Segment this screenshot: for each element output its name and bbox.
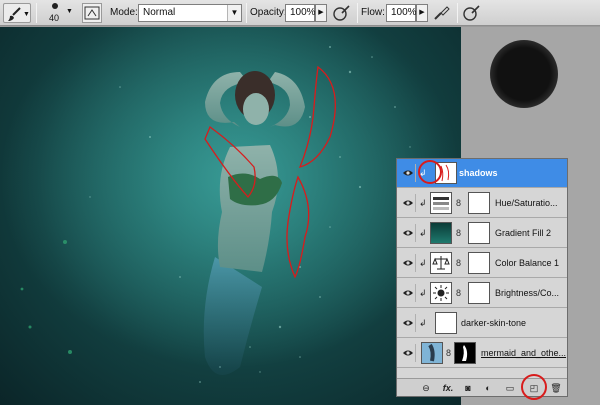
annotation-circle: [521, 374, 547, 400]
layer-name[interactable]: Color Balance 1: [495, 258, 559, 268]
eye-icon: [403, 290, 413, 296]
chevron-down-icon: ▼: [23, 11, 30, 18]
layer-row[interactable]: ↲ 8 Gradient Fill 2: [397, 219, 567, 248]
divider: [357, 3, 358, 23]
visibility-toggle[interactable]: [399, 254, 416, 272]
visibility-toggle[interactable]: [399, 224, 416, 242]
layer-mask-thumbnail[interactable]: [454, 342, 476, 364]
brush-icon: [8, 7, 21, 21]
pen-pressure-icon: [463, 5, 480, 21]
chevron-down-icon: ▼: [227, 5, 241, 21]
airbrush-icon: [434, 6, 450, 20]
layer-name[interactable]: darker-skin-tone: [461, 318, 526, 328]
pressure-size-button[interactable]: [462, 3, 484, 23]
visibility-toggle[interactable]: [399, 344, 416, 362]
eye-icon: [403, 320, 413, 326]
brush-tool-picker[interactable]: ▼: [3, 3, 31, 23]
document-canvas[interactable]: [0, 27, 461, 405]
visibility-toggle[interactable]: [399, 194, 416, 212]
pen-pressure-icon: [333, 5, 350, 21]
adjustment-layer-icon[interactable]: ◐: [481, 381, 495, 395]
link-icon: 8: [456, 258, 462, 268]
flow-label: Flow:: [361, 7, 385, 18]
layer-mask-thumbnail[interactable]: [468, 222, 490, 244]
divider: [36, 3, 37, 23]
mode-select[interactable]: Normal ▼: [138, 4, 242, 22]
eye-icon: [403, 230, 413, 236]
mermaid-photo-thumb[interactable]: [421, 342, 443, 364]
layers-panel: ↲ shadows ↲ 8 Hue/Saturatio... ↲ 8 Gradi…: [396, 158, 568, 397]
brush-preset-picker[interactable]: 40 ▼: [44, 2, 73, 24]
visibility-toggle[interactable]: [399, 314, 416, 332]
fx-icon[interactable]: fx.: [439, 381, 457, 395]
add-mask-icon[interactable]: ◙: [461, 381, 475, 395]
eye-icon: [403, 170, 413, 176]
layer-name[interactable]: Brightness/Co...: [495, 288, 559, 298]
clipping-arrow-icon: ↲: [419, 258, 427, 268]
canvas-artwork: [0, 27, 461, 405]
brush-size-value: 40: [49, 13, 60, 23]
flow-slider-toggle[interactable]: ▶: [416, 4, 428, 22]
layer-row[interactable]: ↲ 8 Hue/Saturatio...: [397, 189, 567, 218]
new-group-icon[interactable]: ▭: [503, 381, 517, 395]
hue-saturation-icon[interactable]: [430, 192, 452, 214]
visibility-toggle[interactable]: [399, 164, 416, 182]
visibility-toggle[interactable]: [399, 284, 416, 302]
brush-panel-icon: [84, 6, 100, 20]
flow-input[interactable]: 100%: [386, 4, 417, 22]
airbrush-button[interactable]: [432, 3, 454, 23]
brightness-sun-icon[interactable]: [430, 282, 452, 304]
clipping-arrow-icon: ↲: [419, 228, 427, 238]
photoshop-window: ▼ 40 ▼ Mode: Normal ▼ Opacity: 100% ▶ Fl…: [0, 0, 600, 405]
eye-icon: [403, 260, 413, 266]
trash-icon[interactable]: 🗑: [549, 381, 563, 395]
layer-row[interactable]: ↲ 8 Color Balance 1: [397, 249, 567, 278]
divider: [457, 3, 458, 23]
eye-icon: [403, 200, 413, 206]
layer-mask-thumbnail[interactable]: [468, 282, 490, 304]
layer-name[interactable]: Gradient Fill 2: [495, 228, 551, 238]
options-bar: ▼ 40 ▼ Mode: Normal ▼ Opacity: 100% ▶ Fl…: [0, 0, 600, 26]
layer-row[interactable]: ↲ 8 Brightness/Co...: [397, 279, 567, 308]
link-layers-icon[interactable]: ⊖: [419, 381, 433, 395]
layer-thumbnail[interactable]: [435, 312, 457, 334]
clipping-arrow-icon: ↲: [419, 198, 427, 208]
link-icon: 8: [456, 288, 462, 298]
link-icon: 8: [456, 198, 462, 208]
layer-name[interactable]: mermaid_and_othe...: [481, 348, 566, 358]
brush-panel-button[interactable]: [82, 3, 102, 23]
layer-row[interactable]: 8 mermaid_and_othe...: [397, 339, 567, 368]
gradient-fill-icon[interactable]: [430, 222, 452, 244]
brush-tip-icon: [52, 3, 58, 9]
layer-mask-thumbnail[interactable]: [468, 192, 490, 214]
layer-name[interactable]: Hue/Saturatio...: [495, 198, 558, 208]
layer-mask-thumbnail[interactable]: [468, 252, 490, 274]
pressure-opacity-button[interactable]: [332, 3, 354, 23]
layer-row[interactable]: ↲ darker-skin-tone: [397, 309, 567, 338]
clipping-arrow-icon: ↲: [419, 318, 427, 328]
layer-name[interactable]: shadows: [459, 168, 498, 178]
opacity-input[interactable]: 100%: [285, 4, 316, 22]
link-icon: 8: [446, 348, 452, 358]
opacity-slider-toggle[interactable]: ▶: [315, 4, 327, 22]
chevron-down-icon: ▼: [66, 8, 73, 15]
annotation-circle: [418, 160, 442, 184]
link-icon: 8: [456, 228, 462, 238]
balance-scale-icon[interactable]: [430, 252, 452, 274]
mode-value: Normal: [143, 7, 176, 18]
clipping-arrow-icon: ↲: [419, 288, 427, 298]
divider: [246, 3, 247, 23]
eye-icon: [403, 350, 413, 356]
mode-label: Mode:: [110, 7, 138, 18]
opacity-label: Opacity:: [250, 7, 287, 18]
brush-cursor-preview: [490, 40, 558, 108]
